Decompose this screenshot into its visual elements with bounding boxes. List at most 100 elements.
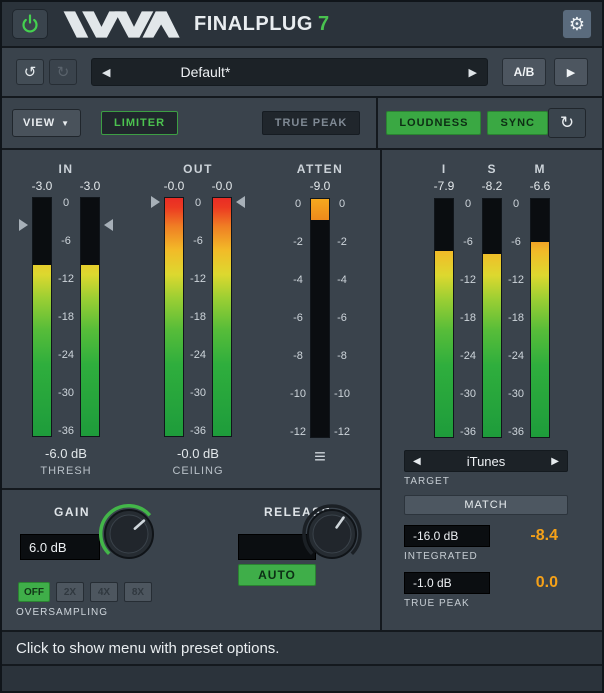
scale-tick: -6	[337, 312, 347, 324]
target-prev-icon[interactable]: ◀	[413, 456, 421, 467]
settings-button[interactable]: ⚙	[562, 9, 592, 39]
tab-true-peak[interactable]: TRUE PEAK	[262, 111, 361, 135]
scale-tick: -24	[58, 349, 74, 361]
ceiling-value[interactable]: -0.0 dB	[177, 446, 219, 461]
true-peak-row: -1.0 dB 0.0	[404, 572, 568, 594]
target-next-icon[interactable]: ▶	[551, 456, 559, 467]
loudness-i-meter	[434, 198, 454, 438]
preset-advance-button[interactable]: ▶	[554, 58, 588, 86]
meter-mask	[483, 199, 501, 254]
scale-tick: -8	[293, 350, 303, 362]
scale-tick: -24	[460, 350, 476, 362]
atten-scale-right: 0-2-4-6-8-10-12	[330, 198, 354, 438]
meter-mask	[33, 198, 51, 265]
wave-arts-logo	[62, 10, 182, 39]
oversampling-4x-button[interactable]: 4X	[90, 582, 118, 602]
thresh-value[interactable]: -6.0 dB	[45, 446, 87, 461]
loudness-m-value: -6.6	[518, 179, 562, 194]
oversampling-2x-button[interactable]: 2X	[56, 582, 84, 602]
logo-icon	[62, 10, 182, 39]
gain-label: GAIN	[54, 505, 90, 519]
atten-title: ATTEN	[297, 162, 344, 177]
preset-name: Default*	[180, 64, 230, 80]
scale-tick: -12	[290, 426, 306, 438]
in-meter-group: IN -3.0 -3.0 0-6-12-18-24-30-36	[22, 162, 110, 488]
scale-tick: -24	[190, 349, 206, 361]
reset-meters-button[interactable]: ↻	[548, 108, 586, 138]
loudness-s-meter	[482, 198, 502, 438]
preset-prev-icon[interactable]: ◀	[102, 66, 110, 79]
out-peak-values: -0.0 -0.0	[154, 179, 242, 193]
atten-meter-group: ATTEN -9.0 0-2-4-6-8-10-12 0-2-4-6-8-10-…	[286, 162, 354, 488]
atten-menu-button[interactable]: ≡	[314, 448, 326, 466]
match-button[interactable]: MATCH	[404, 495, 568, 515]
chevron-down-icon: ▼	[61, 119, 70, 128]
section-bar: VIEW ▼ LIMITER TRUE PEAK LOUDNESS SYNC ↻	[2, 98, 602, 150]
preset-next-icon[interactable]: ▶	[469, 66, 477, 79]
sync-button[interactable]: SYNC	[487, 111, 548, 135]
in-peak-values: -3.0 -3.0	[22, 179, 110, 193]
oversampling-off-button[interactable]: OFF	[18, 582, 50, 602]
thresh-caption: THRESH	[40, 465, 91, 477]
view-menu-button[interactable]: VIEW ▼	[12, 109, 81, 137]
integrated-target-field[interactable]: -16.0 dB	[404, 525, 490, 547]
threshold-marker-left[interactable]	[19, 219, 28, 231]
true-peak-label: TRUE PEAK	[275, 117, 348, 129]
loudness-panel: I -7.9 0-6-12-18-24-30-36 S -8.2 0-6-12-…	[382, 150, 602, 630]
ab-label: A/B	[514, 65, 535, 79]
scale-tick: 0	[465, 198, 471, 210]
out-scale: 0-6-12-18-24-30-36	[184, 197, 212, 437]
integrated-row: -16.0 dB -8.4	[404, 525, 568, 547]
tab-loudness[interactable]: LOUDNESS	[386, 111, 481, 135]
true-peak-label: TRUE PEAK	[404, 598, 602, 609]
limiter-meters: IN -3.0 -3.0 0-6-12-18-24-30-36	[2, 150, 380, 488]
preset-toolbar: ↺ ↻ ◀ Default* ▶ A/B ▶	[2, 48, 602, 98]
header-bar: FINALPLUG7 ⚙	[2, 2, 602, 48]
meter-mask	[531, 199, 549, 242]
scale-tick: -18	[460, 312, 476, 324]
release-auto-button[interactable]: AUTO	[238, 564, 316, 586]
view-label: VIEW	[23, 117, 55, 129]
target-selector[interactable]: ◀ iTunes ▶	[404, 450, 568, 472]
tab-limiter[interactable]: LIMITER	[101, 111, 178, 135]
release-knob[interactable]	[300, 502, 364, 566]
ceiling-marker-right[interactable]	[236, 196, 245, 208]
scale-tick: -10	[290, 388, 306, 400]
loudness-s-value: -8.2	[470, 179, 514, 194]
scale-tick: -36	[508, 426, 524, 438]
loudness-label: LOUDNESS	[399, 117, 468, 129]
scale-tick: -6	[293, 312, 303, 324]
meter-mask	[81, 198, 99, 265]
out-meter-left	[164, 197, 184, 437]
preset-selector[interactable]: ◀ Default* ▶	[91, 58, 488, 86]
atten-scale-left: 0-2-4-6-8-10-12	[286, 198, 310, 438]
hamburger-icon: ≡	[314, 446, 326, 468]
scale-tick: -30	[58, 387, 74, 399]
in-peak-left: -3.0	[22, 179, 62, 193]
scale-tick: -18	[58, 311, 74, 323]
true-peak-target-field[interactable]: -1.0 dB	[404, 572, 490, 594]
scale-tick: -30	[190, 387, 206, 399]
loudness-scale-1: 0-6-12-18-24-30-36	[454, 198, 482, 438]
gain-knob[interactable]	[97, 502, 161, 566]
oversampling-8x-button[interactable]: 8X	[124, 582, 152, 602]
controls-panel: GAIN 6.0 dB RELEASE AUTO	[2, 488, 380, 630]
scale-tick: -12	[460, 274, 476, 286]
ceiling-marker-left[interactable]	[151, 196, 160, 208]
loudness-scale-2: 0-6-12-18-24-30-36	[502, 198, 530, 438]
ab-compare-button[interactable]: A/B	[502, 58, 546, 86]
undo-button[interactable]: ↺	[16, 59, 44, 85]
threshold-marker-right[interactable]	[104, 219, 113, 231]
out-meter-group: OUT -0.0 -0.0 0-6-12-18-24-30-36	[154, 162, 242, 488]
scale-tick: -6	[61, 235, 71, 247]
power-button[interactable]	[12, 9, 48, 39]
loudness-section-header: LOUDNESS SYNC ↻	[378, 98, 602, 148]
sync-label: SYNC	[500, 117, 535, 129]
loudness-col-momentary: M -6.6	[530, 162, 550, 438]
scale-tick: 0	[195, 197, 201, 209]
meter-mask	[435, 199, 453, 251]
gain-value-field[interactable]: 6.0 dB	[20, 534, 100, 560]
plugin-window: FINALPLUG7 ⚙ ↺ ↻ ◀ Default* ▶ A/B ▶ VIEW	[0, 0, 604, 693]
redo-button[interactable]: ↻	[49, 59, 77, 85]
scale-tick: -18	[190, 311, 206, 323]
